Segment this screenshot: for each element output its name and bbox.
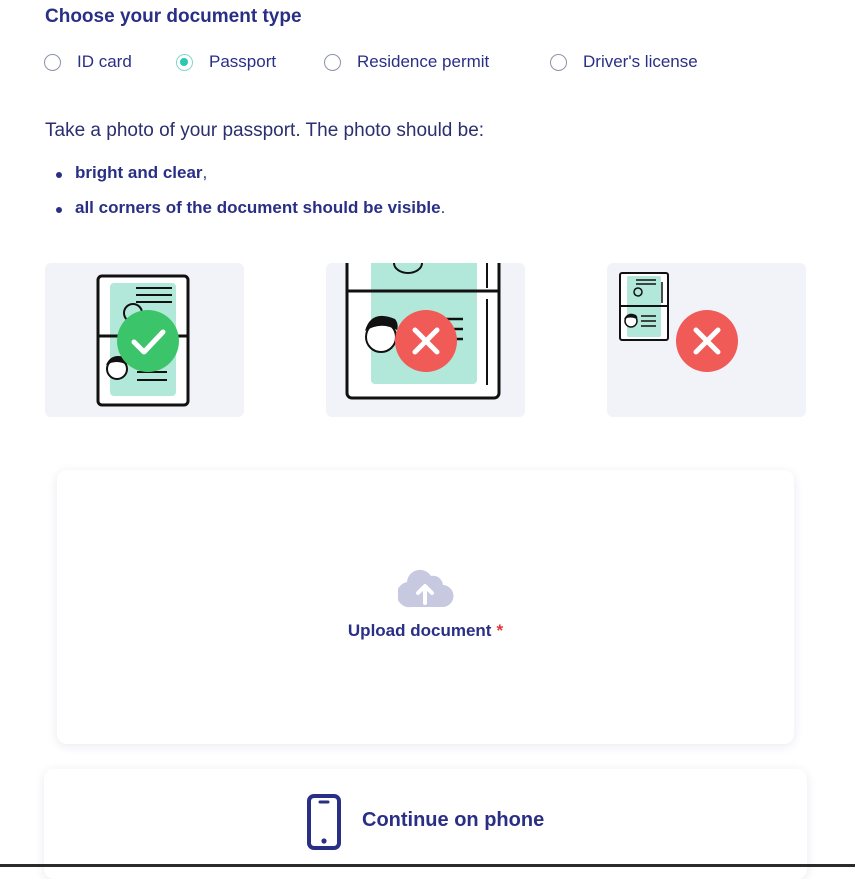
- list-item: bright and clear,: [52, 163, 445, 198]
- requirement-text: all corners of the document should be vi…: [75, 198, 441, 217]
- radio-id-card[interactable]: ID card: [44, 52, 132, 72]
- radio-button[interactable]: [176, 53, 193, 71]
- radio-button[interactable]: [324, 53, 341, 71]
- requirements-list: bright and clear, all corners of the doc…: [52, 163, 445, 233]
- radio-label: Residence permit: [357, 52, 490, 71]
- page-title: Choose your document type: [45, 6, 302, 27]
- example-too-close-photo: [326, 263, 525, 417]
- passport-illustration: [345, 263, 501, 400]
- continue-on-phone-label: Continue on phone: [362, 809, 545, 831]
- requirement-punctuation: ,: [202, 163, 208, 182]
- radio-button[interactable]: [550, 53, 567, 71]
- list-item: all corners of the document should be vi…: [52, 198, 445, 233]
- radio-label: Passport: [209, 52, 277, 71]
- cross-icon: [676, 310, 738, 372]
- example-correct-photo: [45, 263, 244, 417]
- radio-label: Driver's license: [583, 52, 698, 71]
- smartphone-icon: [307, 794, 341, 850]
- continue-on-phone-button[interactable]: Continue on phone: [44, 769, 807, 879]
- required-marker: *: [496, 621, 504, 640]
- instruction-text: Take a photo of your passport. The photo…: [45, 120, 485, 141]
- passport-illustration: [96, 274, 190, 407]
- requirement-punctuation: .: [440, 198, 446, 217]
- radio-label: ID card: [77, 52, 132, 71]
- radio-button[interactable]: [44, 53, 61, 71]
- requirement-text: bright and clear: [75, 163, 203, 182]
- example-too-far-photo: [607, 263, 806, 417]
- radio-residence-permit[interactable]: Residence permit: [324, 52, 489, 72]
- cross-icon: [395, 310, 457, 372]
- cloud-upload-icon: [398, 569, 454, 608]
- upload-label-text: Upload document: [347, 621, 492, 640]
- passport-illustration: [619, 272, 738, 372]
- upload-label: Upload document *: [57, 621, 794, 641]
- radio-drivers-license[interactable]: Driver's license: [550, 52, 698, 72]
- radio-passport[interactable]: Passport: [176, 52, 276, 72]
- check-icon: [117, 310, 179, 372]
- upload-document-dropzone[interactable]: Upload document *: [57, 470, 794, 744]
